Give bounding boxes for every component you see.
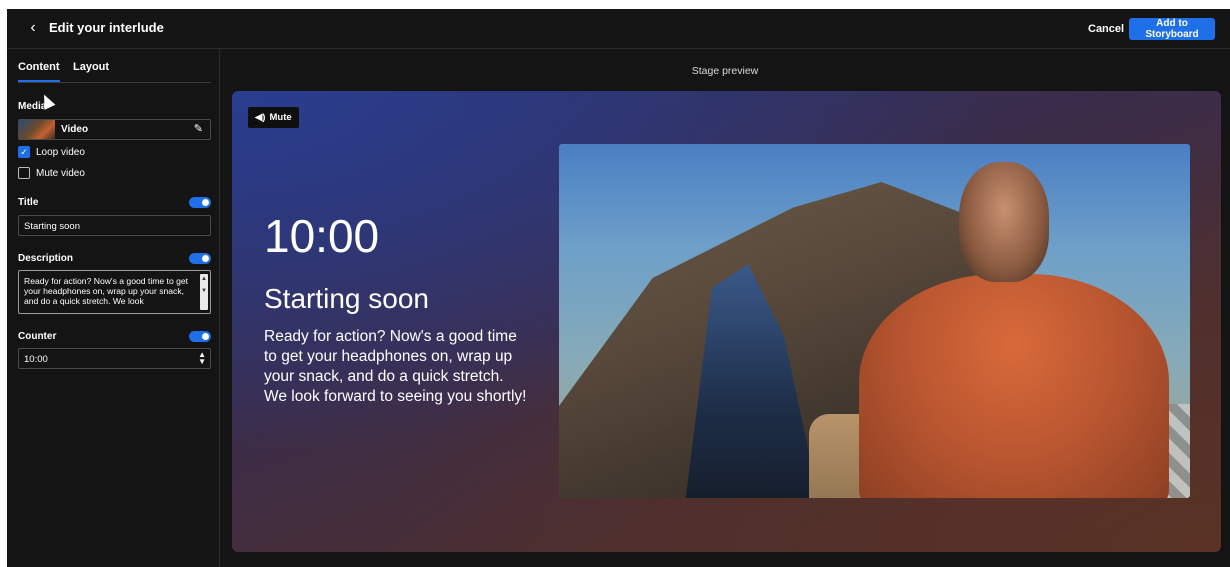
- video-preview: [559, 144, 1190, 498]
- chevron-left-icon[interactable]: ‹: [23, 18, 43, 38]
- mute-video-label: Mute video: [36, 167, 85, 179]
- stage-counter: 10:00: [264, 210, 380, 262]
- stepper-icon[interactable]: ▲ ▼: [198, 351, 206, 366]
- stage-description: Ready for action? Now's a good time to g…: [264, 328, 527, 405]
- header: ‹ Edit your interlude Cancel Add to Stor…: [7, 9, 1230, 49]
- tab-bar: Content Layout: [18, 49, 211, 83]
- description-toggle[interactable]: [189, 253, 211, 264]
- stage-title: Starting soon: [264, 283, 429, 314]
- mute-video-checkbox[interactable]: Mute video: [18, 167, 85, 179]
- counter-input[interactable]: 10:00 ▲ ▼: [18, 348, 211, 369]
- description-text: Ready for action? Now's a good time to g…: [24, 276, 189, 306]
- description-label: Description: [18, 253, 74, 264]
- title-label: Title: [18, 197, 39, 208]
- speaker-icon: ◀): [255, 112, 266, 123]
- video-thumbnail: [19, 120, 55, 139]
- scroll-down-icon[interactable]: ▼: [201, 288, 207, 294]
- title-toggle[interactable]: [189, 197, 211, 208]
- cancel-button[interactable]: Cancel: [1082, 18, 1130, 40]
- tab-layout[interactable]: Layout: [73, 61, 109, 73]
- stage-preview-heading: Stage preview: [691, 65, 759, 77]
- stage-preview: ◀) Mute 10:00 Starting soon Ready for ac…: [232, 91, 1221, 552]
- description-textarea[interactable]: Ready for action? Now's a good time to g…: [18, 270, 211, 314]
- add-to-storyboard-button[interactable]: Add to Storyboard: [1129, 18, 1215, 40]
- app-window: ‹ Edit your interlude Cancel Add to Stor…: [7, 9, 1230, 567]
- checkbox-unchecked[interactable]: [18, 167, 30, 179]
- person-head: [959, 162, 1049, 282]
- mute-button-label: Mute: [269, 112, 292, 123]
- page-title: Edit your interlude: [49, 20, 164, 35]
- counter-value: 10:00: [24, 354, 48, 365]
- settings-panel: Content Layout Media Video ✎ ✓ Loop vide…: [7, 49, 220, 567]
- loop-video-label: Loop video: [36, 146, 85, 158]
- media-type-label: Video: [61, 124, 89, 135]
- person-body: [859, 274, 1169, 498]
- scroll-up-icon[interactable]: ▲: [201, 276, 207, 282]
- tab-content[interactable]: Content: [18, 61, 60, 82]
- textarea-scrollbar[interactable]: ▲ ▼: [200, 274, 208, 310]
- mute-button[interactable]: ◀) Mute: [248, 107, 299, 128]
- counter-toggle[interactable]: [189, 331, 211, 342]
- title-input[interactable]: Starting soon: [18, 215, 211, 236]
- checkbox-checked[interactable]: ✓: [18, 146, 30, 158]
- loop-video-checkbox[interactable]: ✓ Loop video: [18, 146, 85, 158]
- counter-label: Counter: [18, 331, 57, 342]
- pencil-icon[interactable]: ✎: [194, 122, 203, 135]
- media-picker[interactable]: Video ✎: [18, 119, 211, 140]
